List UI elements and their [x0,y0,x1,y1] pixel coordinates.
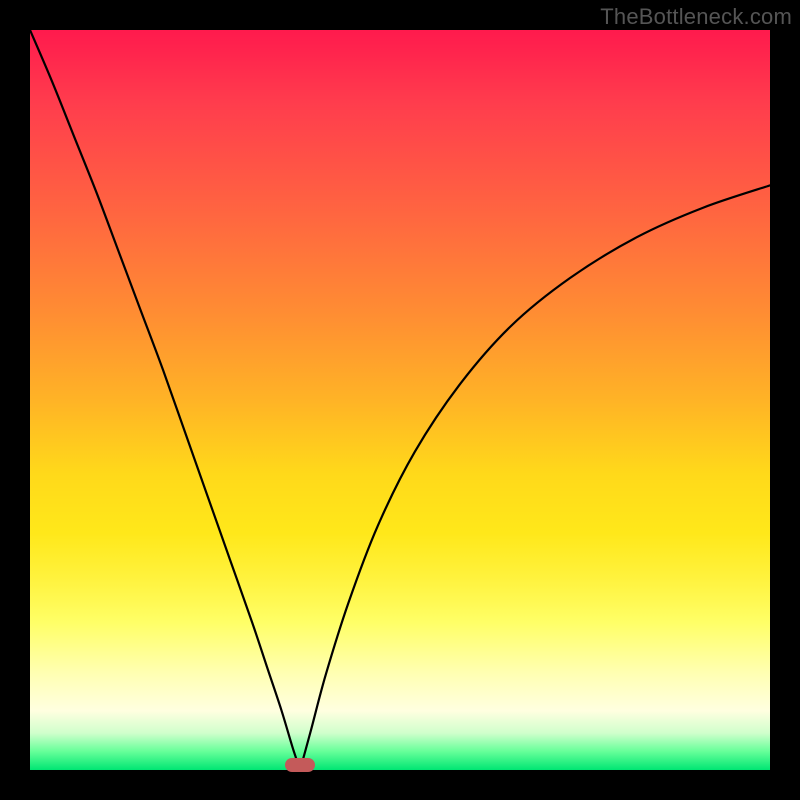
watermark-text: TheBottleneck.com [600,4,792,30]
plot-gradient-background [30,30,770,770]
bottleneck-marker [285,758,315,772]
frame: TheBottleneck.com [0,0,800,800]
